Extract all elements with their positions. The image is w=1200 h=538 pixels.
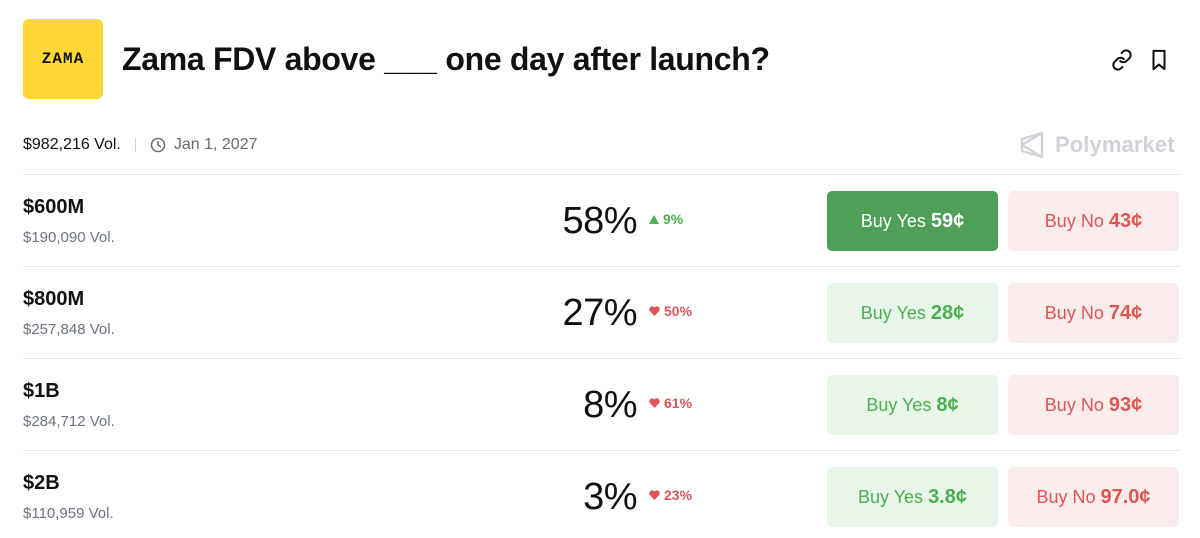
change-value: 23% [664, 487, 693, 503]
buy-no-label: Buy No [1036, 486, 1096, 507]
link-icon[interactable] [1110, 48, 1134, 72]
buy-yes-price: 28¢ [930, 301, 965, 324]
brand-name: Polymarket [1055, 132, 1175, 157]
outcome-label: $800M [23, 288, 85, 310]
buy-yes-price: 59¢ [930, 209, 965, 232]
market-meta: $982,216 Vol. Jan 1, 2027 [23, 134, 258, 156]
meta-divider [134, 138, 136, 152]
market-title: Zama FDV above ___ one day after launch? [122, 41, 770, 77]
bookmark-icon[interactable] [1147, 48, 1171, 72]
outcome-change: 61% [649, 395, 692, 411]
end-date: Jan 1, 2027 [173, 136, 258, 153]
buy-no-price: 43¢ [1108, 209, 1143, 232]
buy-yes-button[interactable]: Buy Yes 3.8¢ [827, 467, 998, 527]
total-volume: $982,216 Vol. [23, 136, 121, 153]
buy-yes-button[interactable]: Buy Yes 8¢ [827, 375, 998, 435]
outcome-volume: $110,959 Vol. [23, 505, 114, 522]
outcome-row: $2B $110,959 Vol. 3% 23% Buy Yes 3.8¢ Bu… [23, 450, 1180, 538]
outcome-row: $1B $284,712 Vol. 8% 61% Buy Yes 8¢ Buy … [23, 358, 1180, 450]
buy-no-label: Buy No [1044, 394, 1104, 415]
buy-yes-label: Buy Yes [860, 210, 926, 231]
change-value: 9% [663, 211, 684, 227]
outcome-volume: $284,712 Vol. [23, 413, 115, 430]
buy-yes-button[interactable]: Buy Yes 28¢ [827, 283, 998, 343]
change-value: 61% [664, 395, 693, 411]
heart-down-icon [649, 303, 664, 319]
buy-no-price: 93¢ [1108, 393, 1143, 416]
outcome-row: $800M $257,848 Vol. 27% 50% Buy Yes 28¢ … [23, 266, 1180, 358]
zama-logo: ZAMA [23, 19, 103, 99]
outcome-chance: 58% [562, 200, 637, 242]
heart-down-icon [649, 487, 664, 503]
outcome-chance: 27% [562, 292, 637, 334]
buy-no-price: 74¢ [1108, 301, 1143, 324]
outcome-volume: $190,090 Vol. [23, 229, 115, 246]
outcome-label: $1B [23, 380, 60, 402]
buy-no-button[interactable]: Buy No 43¢ [1008, 191, 1179, 251]
outcome-change: 23% [649, 487, 692, 503]
buy-yes-label: Buy Yes [860, 302, 926, 323]
outcome-chance: 3% [583, 476, 637, 518]
outcome-volume: $257,848 Vol. [23, 321, 115, 338]
buy-no-button[interactable]: Buy No 93¢ [1008, 375, 1179, 435]
buy-yes-label: Buy Yes [858, 486, 924, 507]
buy-no-button[interactable]: Buy No 97.0¢ [1008, 467, 1179, 527]
outcome-label: $600M [23, 196, 85, 218]
polymarket-logo-icon [1020, 131, 1044, 159]
outcome-label: $2B [23, 472, 60, 494]
buy-yes-price: 3.8¢ [928, 485, 967, 508]
buy-no-label: Buy No [1044, 302, 1104, 323]
buy-no-label: Buy No [1044, 210, 1104, 231]
buy-yes-label: Buy Yes [866, 394, 932, 415]
triangle-up-icon [649, 211, 663, 227]
outcome-change: 50% [649, 303, 692, 319]
buy-yes-price: 8¢ [936, 393, 959, 416]
buy-yes-button[interactable]: Buy Yes 59¢ [827, 191, 998, 251]
buy-no-price: 97.0¢ [1100, 485, 1151, 508]
change-value: 50% [664, 303, 693, 319]
market-header: ZAMA Zama FDV above ___ one day after la… [23, 19, 1183, 99]
outcome-change: 9% [649, 211, 683, 227]
clock-icon [150, 137, 166, 153]
logo-text: ZAMA [41, 50, 85, 68]
heart-down-icon [649, 395, 664, 411]
outcome-list: $600M $190,090 Vol. 58% 9% Buy Yes 59¢ B… [23, 174, 1180, 538]
buy-no-button[interactable]: Buy No 74¢ [1008, 283, 1179, 343]
polymarket-brand: Polymarket [1019, 129, 1175, 161]
outcome-row: $600M $190,090 Vol. 58% 9% Buy Yes 59¢ B… [23, 174, 1180, 266]
outcome-chance: 8% [583, 384, 637, 426]
